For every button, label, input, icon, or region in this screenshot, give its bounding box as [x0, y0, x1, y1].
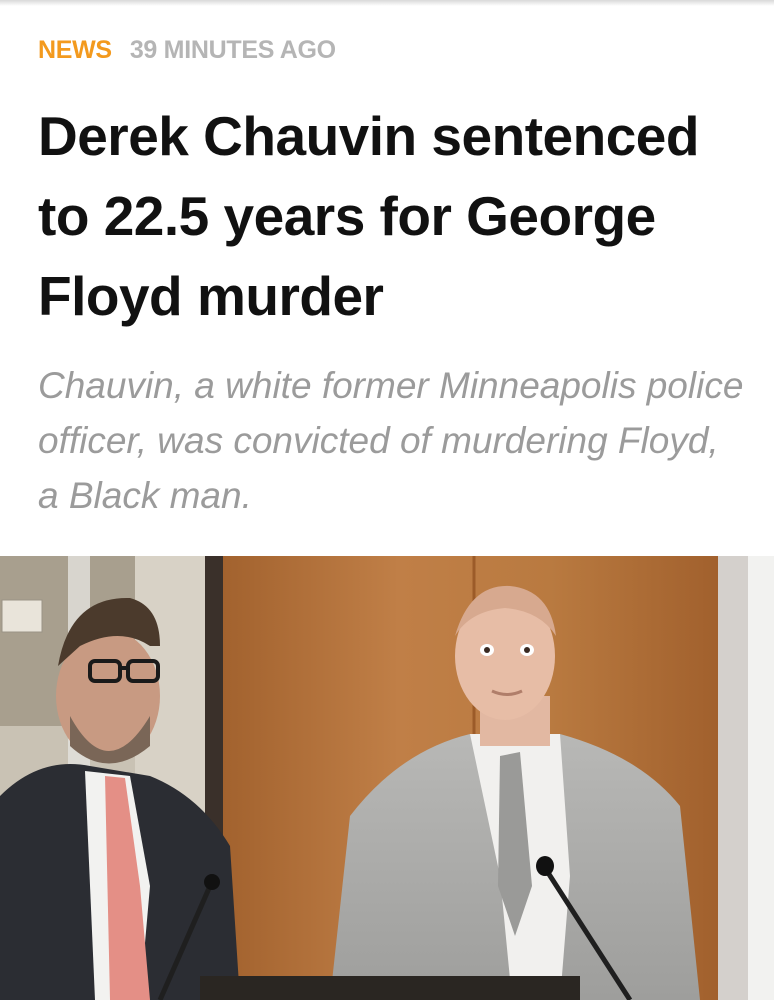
article-photo[interactable] — [0, 556, 774, 1000]
category-label[interactable]: NEWS — [38, 36, 112, 65]
article-headline[interactable]: Derek Chauvin sentenced to 22.5 years fo… — [38, 96, 758, 336]
article-summary: Chauvin, a white former Minneapolis poli… — [38, 365, 744, 516]
article-page: NEWS 39 MINUTES AGO Derek Chauvin senten… — [0, 0, 774, 1000]
courtroom-photo-image — [0, 556, 774, 1000]
article-meta: NEWS 39 MINUTES AGO — [38, 36, 336, 65]
timestamp: 39 MINUTES AGO — [129, 36, 336, 64]
top-divider — [0, 0, 774, 6]
